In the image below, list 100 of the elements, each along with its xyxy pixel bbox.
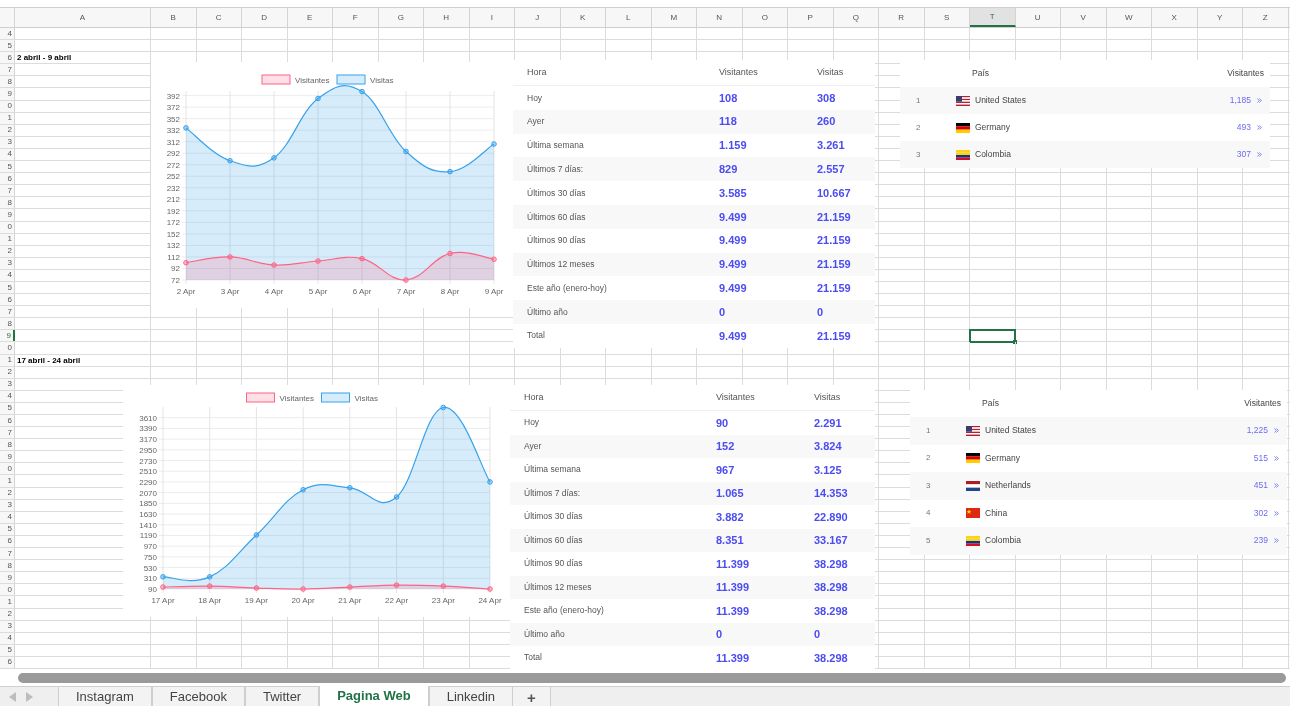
table-cell-text: 967	[716, 462, 736, 478]
table-cell-text: Últimos 12 meses	[523, 580, 593, 594]
table-cell-text: 21.159	[817, 209, 851, 225]
axis-label: 1850	[139, 499, 157, 509]
column-header: Visitas	[817, 65, 844, 79]
cell-text: 2 abril - 9 abril	[17, 52, 72, 65]
axis-label: 3 Apr	[220, 287, 240, 296]
table-cell-text: Hoy	[526, 91, 544, 105]
axis-label: 1190	[139, 531, 157, 541]
table-cell-text: China	[985, 506, 1009, 520]
table-cell-text: 38.298	[814, 556, 848, 572]
axis-label: 5 Apr	[308, 287, 328, 296]
axis-label: 970	[143, 542, 157, 552]
column-header: País	[972, 67, 990, 80]
axis-label: 92	[171, 264, 180, 274]
table-cell-text: 0	[814, 627, 821, 642]
table-cell-text: United States	[985, 424, 1038, 438]
table-cell-text: 21.159	[817, 257, 851, 273]
table-cell-text: 0	[817, 304, 824, 320]
table-cell-text: 3.261	[817, 138, 845, 154]
table-cell-text: 11.399	[716, 556, 751, 572]
axis-label: 17 Apr	[151, 596, 175, 605]
table-cell-text: Ayer	[526, 115, 546, 129]
axis-label: 1410	[139, 520, 157, 530]
cell-text: 17 abril - 24 abril	[17, 354, 81, 367]
axis-label: 192	[166, 206, 180, 216]
table-cell-text: 9.499	[719, 209, 748, 225]
table-cell-text: 21.159	[817, 281, 851, 296]
axis-label: 72	[171, 276, 180, 285]
table-cell-text: 1	[915, 94, 922, 107]
axis-label: 152	[166, 229, 180, 239]
table-cell-text: 3.125	[814, 462, 842, 478]
legend-label: Visitantes	[295, 76, 330, 85]
axis-label: 2 Apr	[176, 287, 196, 296]
axis-label: 392	[166, 91, 180, 101]
table-cell: 493	[1236, 121, 1251, 134]
table-cell-text: 5	[925, 534, 932, 547]
table-cell-text: Total	[526, 329, 546, 343]
table-cell-text: 1	[925, 424, 932, 437]
table-cell: 515	[1253, 451, 1268, 465]
table-cell-text: Colombia	[985, 534, 1022, 548]
table-cell-text: 2.557	[817, 162, 845, 178]
axis-label: 212	[166, 195, 180, 205]
table-cell: 1,185	[1229, 94, 1251, 107]
axis-label: 252	[166, 172, 180, 182]
legend-label: Visitas	[370, 76, 394, 85]
axis-label: 4 Apr	[264, 287, 284, 296]
axis-label: 3170	[139, 435, 157, 445]
table-cell-text: Últimos 90 días	[523, 557, 584, 571]
table-cell-text: Germany	[985, 451, 1021, 465]
axis-label: 6 Apr	[352, 287, 372, 296]
table-cell-text: Últimos 90 días	[526, 234, 587, 248]
table-cell: 307	[1236, 148, 1251, 161]
axis-label: 21 Apr	[338, 596, 362, 605]
table-cell-text: 108	[719, 90, 739, 106]
table-cell-text: 118	[719, 114, 738, 130]
table-cell-text: Últimos 7 días:	[523, 486, 582, 500]
table-cell-text: Último año	[526, 305, 569, 319]
legend-label: Visitantes	[279, 394, 315, 403]
axis-label: 332	[166, 126, 180, 136]
axis-label: 352	[166, 114, 180, 124]
table-cell-text: 3.585	[719, 185, 748, 201]
table-cell-text: Últimos 30 días	[526, 186, 587, 200]
table-cell: 239	[1253, 534, 1268, 548]
axis-label: 272	[166, 160, 180, 170]
table-cell-text: 8.351	[716, 533, 745, 548]
axis-label: 2510	[139, 467, 157, 477]
column-header: País	[982, 397, 1000, 410]
axis-label: 292	[166, 149, 180, 159]
axis-label: 232	[166, 183, 180, 193]
table-cell-text: Últimos 7 días:	[526, 162, 585, 176]
axis-label: 310	[143, 574, 157, 584]
table-cell-text: Colombia	[975, 148, 1012, 161]
table-cell-text: Este año (enero-hoy)	[523, 604, 605, 618]
table-cell-text: 152	[716, 439, 736, 454]
axis-label: 312	[166, 137, 180, 147]
axis-label: 112	[167, 252, 180, 262]
table-cell-text: 11.399	[716, 580, 751, 595]
table-cell: 451	[1253, 479, 1268, 493]
axis-label: 530	[143, 563, 157, 573]
table-cell-text: 3.882	[716, 509, 745, 525]
table-cell-text: 0	[716, 627, 724, 642]
axis-label: 3610	[139, 413, 157, 423]
table-cell: 302	[1253, 506, 1268, 520]
table-cell-text: 308	[817, 90, 836, 106]
table-cell-text: 829	[719, 162, 739, 178]
table-cell-text: 0	[719, 304, 727, 320]
table-cell-text: 3	[925, 479, 932, 492]
legend-label: Visitas	[354, 394, 378, 403]
table-cell-text: Últimos 30 días	[523, 510, 584, 524]
axis-label: 132	[166, 241, 180, 251]
table-cell-text: 10.667	[817, 185, 851, 201]
axis-label: 22 Apr	[385, 596, 409, 605]
table-cell-text: Germany	[975, 121, 1011, 134]
table-cell-text: 2	[925, 452, 932, 465]
column-header: Hora	[526, 65, 548, 79]
axis-label: 3390	[139, 424, 157, 434]
table-cell-text: 38.298	[814, 603, 848, 619]
table-cell-text: Netherlands	[985, 479, 1032, 493]
axis-label: 2950	[139, 445, 157, 455]
